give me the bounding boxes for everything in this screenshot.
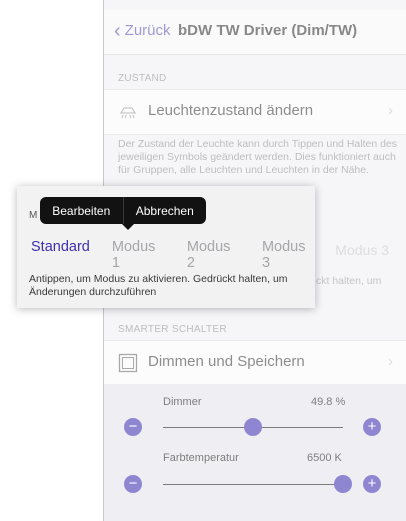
tooltip-pointer [122,224,134,230]
mode-selector: Standard Modus 1 Modus 2 Modus 3 [31,239,315,271]
edit-tooltip: Bearbeiten Abbrechen [40,197,207,230]
popup-header: M [29,210,38,221]
mode-1[interactable]: Modus 1 [112,239,165,271]
cancel-button[interactable]: Abbrechen [124,204,207,218]
mode-3[interactable]: Modus 3 [262,239,315,271]
edit-button[interactable]: Bearbeiten [40,204,123,218]
mode-2[interactable]: Modus 2 [187,239,240,271]
mode-standard[interactable]: Standard [31,239,90,271]
popup-description: Antippen, um Modus zu aktivieren. Gedrüc… [29,273,288,298]
